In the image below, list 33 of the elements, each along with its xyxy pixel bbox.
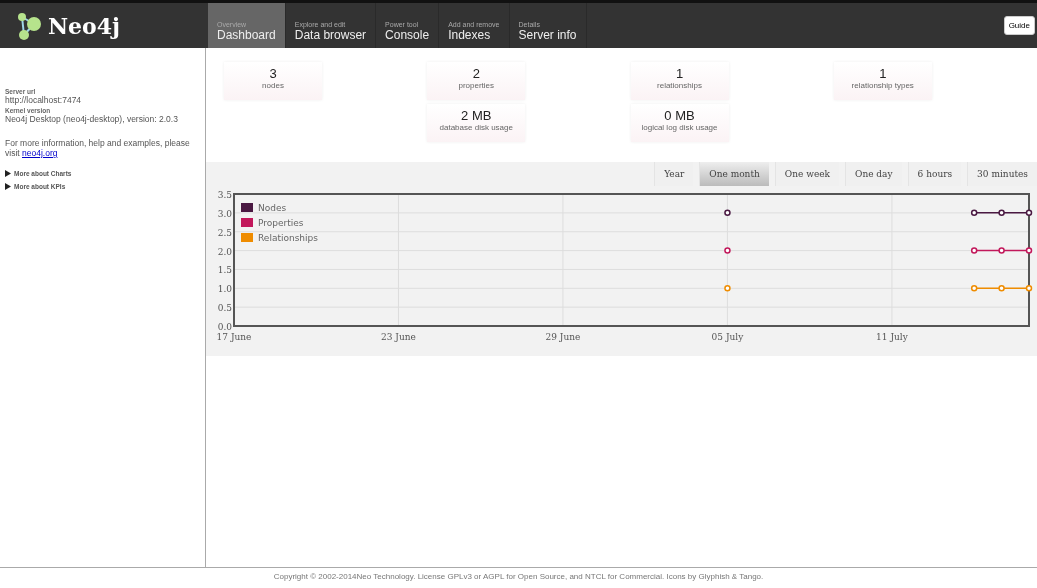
legend-label: Properties: [258, 218, 304, 228]
stat-value: 1: [878, 66, 888, 81]
stat-label: properties: [457, 81, 496, 90]
stat-label: relationships: [656, 81, 703, 90]
stat-value: 2 MB: [460, 108, 493, 123]
stat-value: 2: [471, 66, 481, 81]
x-tick-label: 23 June: [381, 332, 416, 342]
y-tick-label: 1.0: [217, 284, 232, 295]
stat-label: database disk usage: [438, 123, 514, 132]
y-tick-label: 0.5: [217, 303, 232, 314]
legend-label: Nodes: [258, 203, 287, 213]
x-tick-label: 17 June: [216, 332, 252, 342]
stat-value: 1: [674, 66, 685, 81]
stat-value: 3: [268, 66, 278, 81]
y-tick-label: 2.0: [217, 246, 232, 257]
y-tick-label: 3.0: [217, 208, 232, 219]
stat-label: logical log disk usage: [640, 123, 719, 132]
y-tick-label: 1.5: [217, 265, 232, 276]
y-tick-label: 0.0: [217, 322, 232, 332]
footer-text: Copyright © 2002-2014Neo Technology. License GPLv3 or AGPL for Open Source, and NTCL for Commercial. Icons by Glyphish & Tango.: [0, 567, 1037, 588]
stat-value: 0 MB: [663, 108, 696, 123]
info-value: http://localhost:7474: [5, 95, 83, 105]
y-tick-label: 2.5: [217, 227, 232, 238]
stat-label: nodes: [261, 81, 285, 90]
legend-label: Relationships: [258, 233, 318, 243]
stat-label: relationship types: [850, 81, 915, 90]
info-value: Neo4j Desktop (neo4j-desktop), version: 2.0.3: [5, 114, 179, 124]
help-text: For more information, help and examples, please visit neo4j.org: [5, 138, 191, 158]
x-tick-label: 29 June: [545, 332, 581, 342]
logo-text: Neo4j: [48, 12, 121, 39]
y-tick-label: 3.5: [217, 190, 232, 200]
x-tick-label: 11 July: [876, 332, 908, 342]
x-tick-label: 05 July: [711, 332, 744, 342]
